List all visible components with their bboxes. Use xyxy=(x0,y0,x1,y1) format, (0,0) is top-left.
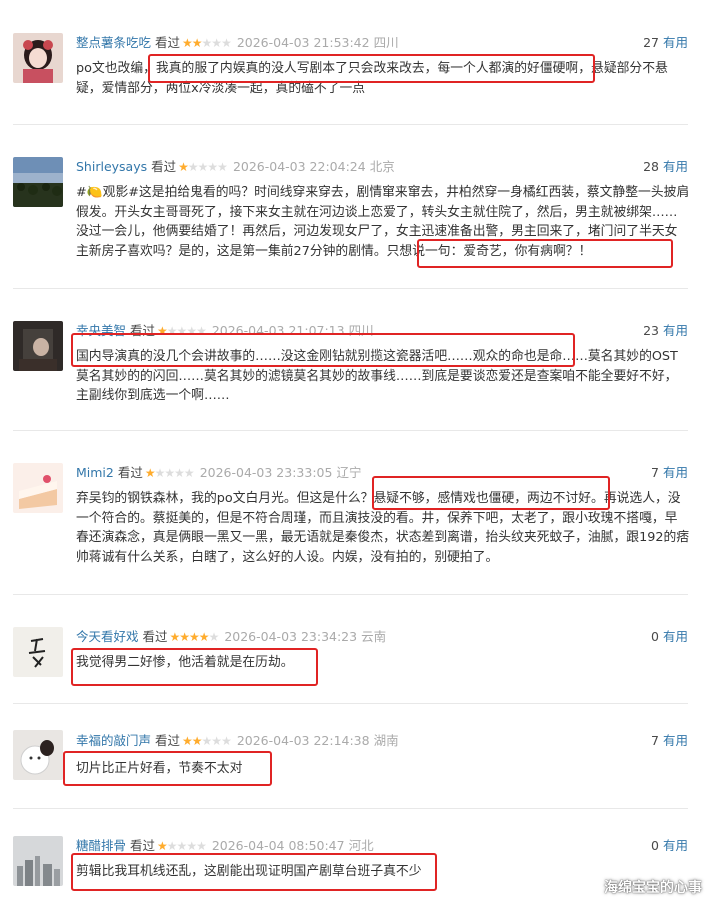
comment-text: 剪辑比我耳机线还乱，这剧能出现证明国产剧草台班子真不少 xyxy=(76,864,422,879)
comment-text: #🍋观影#这是拍给鬼看的吗？时间线穿来穿去，剧情窜来窜去，井柏然穿一身橘红西装，… xyxy=(76,185,690,259)
divider xyxy=(13,703,688,704)
avatar[interactable] xyxy=(13,730,63,780)
watched-label: 看过 xyxy=(142,629,168,644)
watched-label: 看过 xyxy=(130,323,156,338)
useful-button[interactable]: 有用 xyxy=(663,35,688,50)
dark-avatar-icon xyxy=(13,321,63,371)
watched-label: 看过 xyxy=(155,733,181,748)
watermark: 海绵宝宝的心事 xyxy=(604,880,702,896)
watched-label: 看过 xyxy=(151,159,177,174)
comment-time: 2026-04-04 08:50:47 xyxy=(211,838,345,853)
useful-vote[interactable]: 27 有用 xyxy=(643,34,688,52)
username-link[interactable]: 今天看好戏 xyxy=(76,629,139,644)
avatar[interactable] xyxy=(13,627,63,677)
vote-count: 0 xyxy=(651,629,659,644)
useful-button[interactable]: 有用 xyxy=(663,733,688,748)
username-link[interactable]: 幸央美智 xyxy=(76,323,126,338)
useful-button[interactable]: 有用 xyxy=(663,323,688,338)
watched-label: 看过 xyxy=(117,465,143,480)
watched-label: 看过 xyxy=(155,35,181,50)
avatar[interactable] xyxy=(13,321,63,371)
username-link[interactable]: Shirleysays xyxy=(76,159,147,174)
vote-count: 0 xyxy=(651,838,659,853)
avatar[interactable] xyxy=(13,157,63,207)
avatar[interactable] xyxy=(13,463,63,513)
comment-text: 弃吴钧的钢铁森林，我的po文白月光。但这是什么？悬疑不够，感情戏也僵硬，两边不讨… xyxy=(76,491,690,565)
divider xyxy=(13,808,688,809)
comment-time: 2026-04-03 21:53:42 xyxy=(236,35,370,50)
rating-stars: ★★★★★ xyxy=(182,734,232,748)
comment-text: 切片比正片好看，节奏不太对 xyxy=(76,761,243,776)
useful-vote[interactable]: 0 有用 xyxy=(651,628,688,646)
useful-vote[interactable]: 7 有用 xyxy=(651,464,688,482)
vote-count: 7 xyxy=(651,733,659,748)
useful-button[interactable]: 有用 xyxy=(663,629,688,644)
rating-stars: ★★★★★ xyxy=(157,839,207,853)
rating-stars: ★★★★★ xyxy=(157,324,207,338)
rating-stars: ★★★★★ xyxy=(178,160,228,174)
avatar[interactable] xyxy=(13,836,63,886)
girl-avatar-icon xyxy=(13,33,63,83)
comment-location: 北京 xyxy=(369,159,395,174)
comment-time: 2026-04-03 23:34:23 xyxy=(224,629,358,644)
useful-button[interactable]: 有用 xyxy=(663,838,688,853)
comment-location: 云南 xyxy=(361,629,387,644)
comment-location: 四川 xyxy=(348,323,374,338)
comment-time: 2026-04-03 22:14:38 xyxy=(236,733,370,748)
divider xyxy=(13,430,688,431)
calligraphy-avatar-icon xyxy=(13,627,63,677)
city-avatar-icon xyxy=(13,836,63,886)
vote-count: 27 xyxy=(643,35,659,50)
comment-location: 湖南 xyxy=(373,733,399,748)
divider xyxy=(13,124,688,125)
rating-stars: ★★★★★ xyxy=(169,630,220,644)
vote-count: 7 xyxy=(651,465,659,480)
cake-avatar-icon xyxy=(13,463,63,513)
comment-time: 2026-04-03 21:07:13 xyxy=(211,323,345,338)
field-avatar-icon xyxy=(13,157,63,207)
plush-avatar-icon xyxy=(13,730,63,780)
useful-vote[interactable]: 0 有用 xyxy=(651,837,688,855)
comment-time: 2026-04-03 22:04:24 xyxy=(232,159,366,174)
useful-button[interactable]: 有用 xyxy=(663,159,688,174)
useful-button[interactable]: 有用 xyxy=(663,465,688,480)
comment-text: 我觉得男二好惨，他活着就是在历劫。 xyxy=(76,655,294,670)
divider xyxy=(13,594,688,595)
vote-count: 23 xyxy=(643,323,659,338)
username-link[interactable]: 幸福的敲门声 xyxy=(76,733,151,748)
rating-stars: ★★★★★ xyxy=(144,466,195,480)
username-link[interactable]: 糖醋排骨 xyxy=(76,838,126,853)
comment-location: 四川 xyxy=(373,35,399,50)
comment-location: 辽宁 xyxy=(336,465,362,480)
watched-label: 看过 xyxy=(130,838,156,853)
username-link[interactable]: Mimi2 xyxy=(76,465,114,480)
comment-text: po文也改编，我真的服了内娱真的没人写剧本了只会改来改去，每一个人都演的好僵硬啊… xyxy=(76,61,668,96)
comment-location: 河北 xyxy=(348,838,374,853)
comment-text: 国内导演真的没几个会讲故事的……没这金刚钻就别揽这瓷器活吧……观众的命也是命……… xyxy=(76,349,678,403)
useful-vote[interactable]: 7 有用 xyxy=(651,732,688,750)
useful-vote[interactable]: 23 有用 xyxy=(643,322,688,340)
divider xyxy=(13,288,688,289)
useful-vote[interactable]: 28 有用 xyxy=(643,158,688,176)
rating-stars: ★★★★★ xyxy=(182,36,232,50)
comment-time: 2026-04-03 23:33:05 xyxy=(199,465,333,480)
vote-count: 28 xyxy=(643,159,659,174)
avatar[interactable] xyxy=(13,33,63,83)
username-link[interactable]: 整点薯条吃吃 xyxy=(76,35,151,50)
